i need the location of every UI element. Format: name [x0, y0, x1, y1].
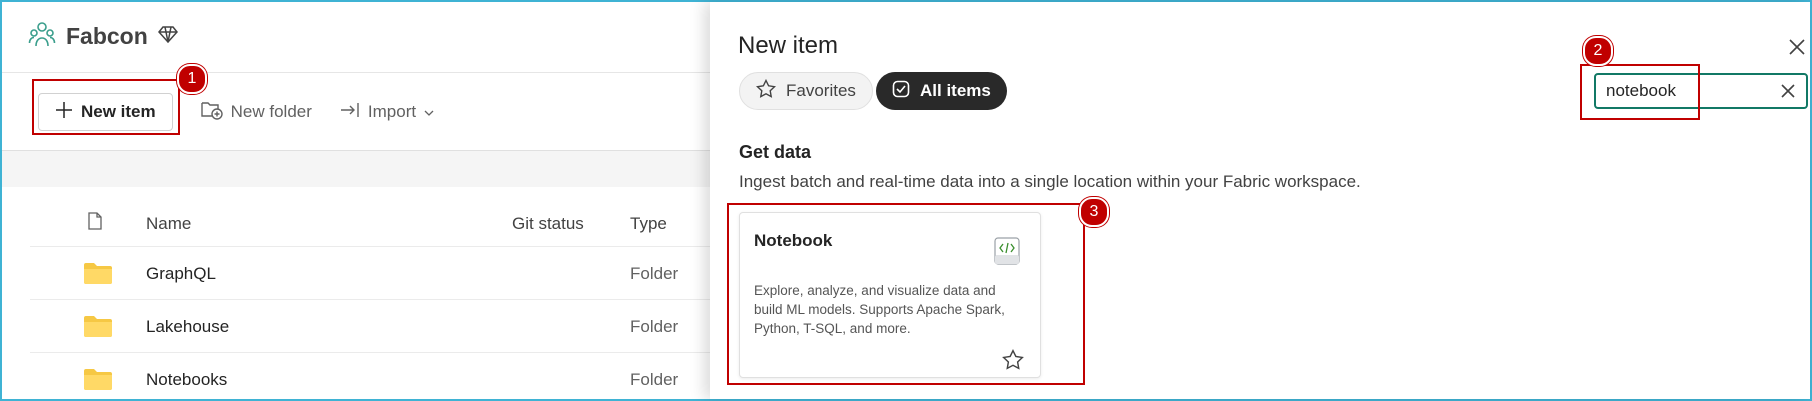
annotation-box-1 — [32, 79, 180, 135]
close-icon[interactable] — [1788, 38, 1806, 61]
row-name[interactable]: Lakehouse — [146, 317, 229, 337]
import-label: Import — [367, 102, 417, 121]
filter-band — [2, 150, 710, 187]
workspace-icon — [28, 20, 56, 53]
annotation-badge-3: 3 — [1079, 197, 1109, 227]
star-icon — [755, 78, 777, 104]
table-header: Name Git status Type — [30, 204, 710, 244]
folder-icon — [84, 315, 112, 342]
all-items-filter[interactable]: All items — [876, 72, 1007, 110]
annotation-box-2 — [1580, 64, 1700, 120]
favorites-filter[interactable]: Favorites — [739, 72, 873, 110]
column-git-status[interactable]: Git status — [512, 214, 584, 234]
table-row[interactable]: GraphQL Folder — [30, 246, 710, 300]
new-folder-button[interactable]: New folder — [200, 94, 312, 130]
header-divider — [2, 72, 710, 73]
favorites-label: Favorites — [786, 81, 856, 100]
row-name[interactable]: GraphQL — [146, 264, 216, 284]
import-icon — [340, 101, 360, 124]
workspace-header: Fabcon — [28, 20, 178, 52]
row-type: Folder — [630, 264, 679, 283]
row-type: Folder — [630, 317, 679, 336]
file-icon — [88, 212, 102, 235]
diamond-icon — [157, 24, 178, 49]
folder-icon — [84, 368, 112, 395]
clear-search-icon[interactable] — [1780, 83, 1796, 104]
chevron-down-icon — [424, 102, 434, 122]
panel-title: New item — [738, 32, 839, 59]
annotation-badge-2: 2 — [1583, 36, 1613, 66]
column-name[interactable]: Name — [146, 214, 191, 234]
new-folder-label: New folder — [230, 102, 312, 121]
import-button[interactable]: Import — [340, 94, 434, 130]
section-description: Ingest batch and real-time data into a s… — [739, 172, 1361, 191]
column-type[interactable]: Type — [630, 214, 667, 234]
table-row[interactable]: Notebooks Folder — [30, 352, 710, 399]
section-title: Get data — [739, 142, 812, 162]
folder-icon — [84, 262, 112, 289]
workspace-title: Fabcon — [66, 22, 148, 49]
table-row[interactable]: Lakehouse Folder — [30, 299, 710, 353]
row-name[interactable]: Notebooks — [146, 370, 227, 390]
new-folder-icon — [200, 100, 223, 125]
row-type: Folder — [630, 370, 679, 389]
annotation-badge-1: 1 — [177, 64, 207, 94]
all-items-label: All items — [920, 81, 991, 100]
check-square-icon — [892, 80, 910, 103]
workspace-view: Fabcon New item New folder Import Name G… — [2, 2, 710, 399]
annotation-box-3 — [727, 203, 1085, 385]
